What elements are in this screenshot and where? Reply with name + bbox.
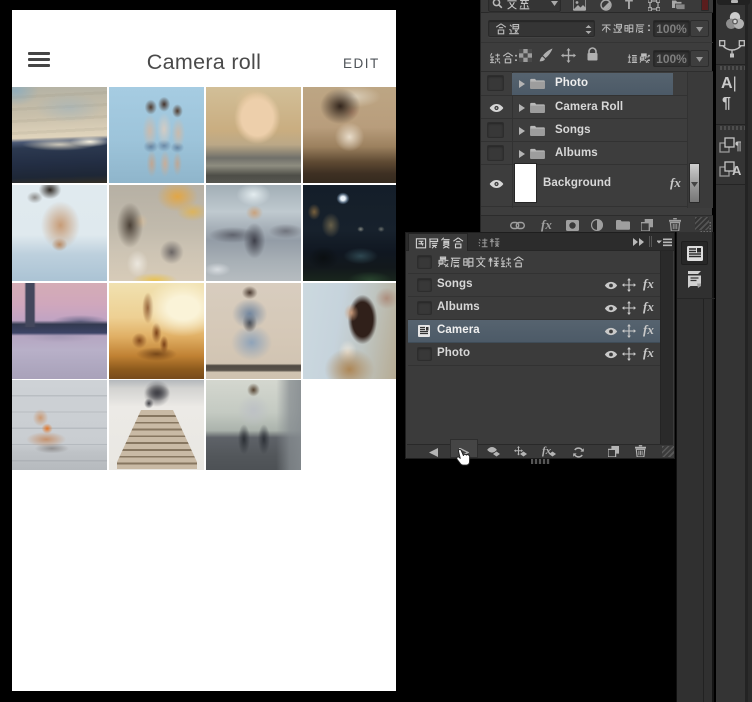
svg-text:¶: ¶ — [735, 139, 741, 153]
svg-text:fx: fx — [542, 445, 552, 457]
svg-text:A: A — [732, 163, 741, 178]
